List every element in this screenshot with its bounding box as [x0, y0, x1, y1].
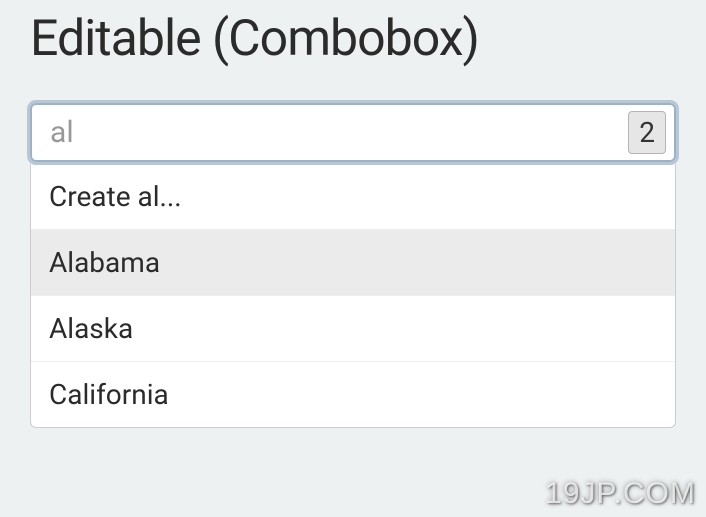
combobox-input-wrap[interactable]: 2 — [30, 103, 676, 162]
watermark-text: 19JP.COM — [545, 477, 696, 511]
combobox: 2 Create al... Alabama Alaska California — [30, 103, 676, 428]
dropdown-item[interactable]: Alaska — [31, 296, 675, 362]
page-title: Editable (Combobox) — [30, 10, 676, 68]
count-badge: 2 — [628, 111, 666, 154]
dropdown-item-create[interactable]: Create al... — [31, 164, 675, 230]
dropdown-item[interactable]: California — [31, 362, 675, 427]
dropdown-item[interactable]: Alabama — [31, 230, 675, 296]
combobox-dropdown: Create al... Alabama Alaska California — [30, 164, 676, 428]
combobox-input[interactable] — [50, 115, 628, 150]
